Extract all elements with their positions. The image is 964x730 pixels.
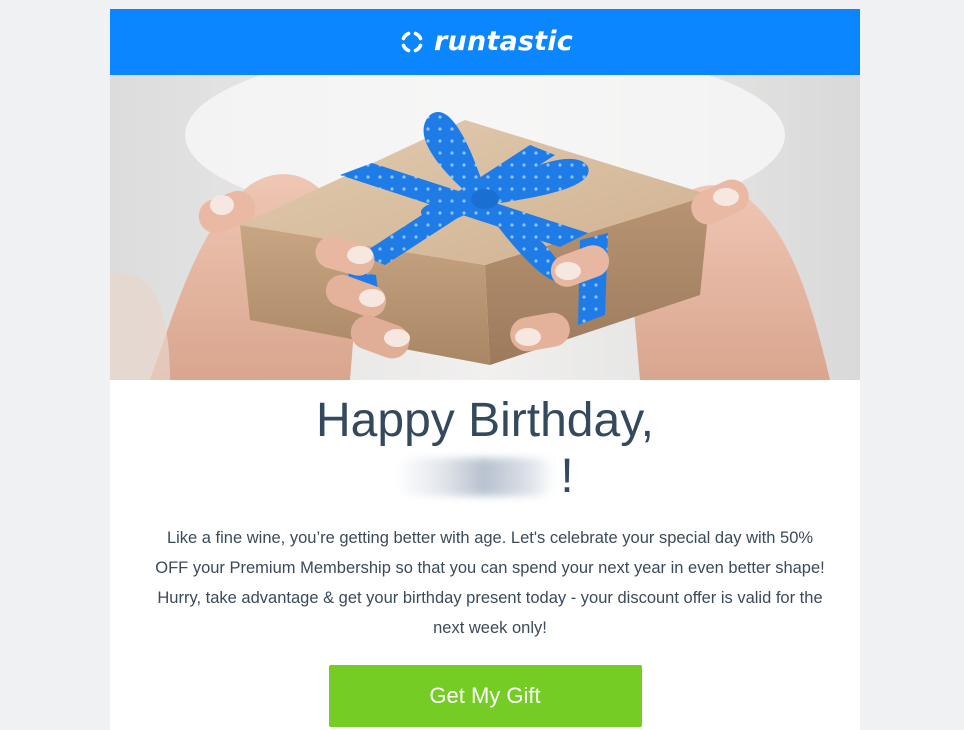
- recipient-name-blurred: [396, 458, 557, 496]
- runtastic-logo-icon: [401, 31, 423, 53]
- hero-gift-image: [110, 75, 860, 380]
- greeting-exclamation: !: [560, 450, 574, 503]
- email-content: Happy Birthday, ! Like a fine wine, you’…: [110, 393, 860, 727]
- brand-name: runtastic: [434, 25, 573, 57]
- brand-logo[interactable]: runtastic: [397, 27, 573, 57]
- email-header: runtastic: [110, 9, 860, 75]
- get-my-gift-button[interactable]: Get My Gift: [328, 665, 642, 727]
- greeting-headline: Happy Birthday,: [316, 394, 654, 447]
- greeting-name-line: !: [150, 449, 820, 505]
- birthday-message: Like a fine wine, you’re getting better …: [155, 529, 825, 637]
- email-container: runtastic Happy Birthday, ! Like a fine …: [110, 9, 860, 730]
